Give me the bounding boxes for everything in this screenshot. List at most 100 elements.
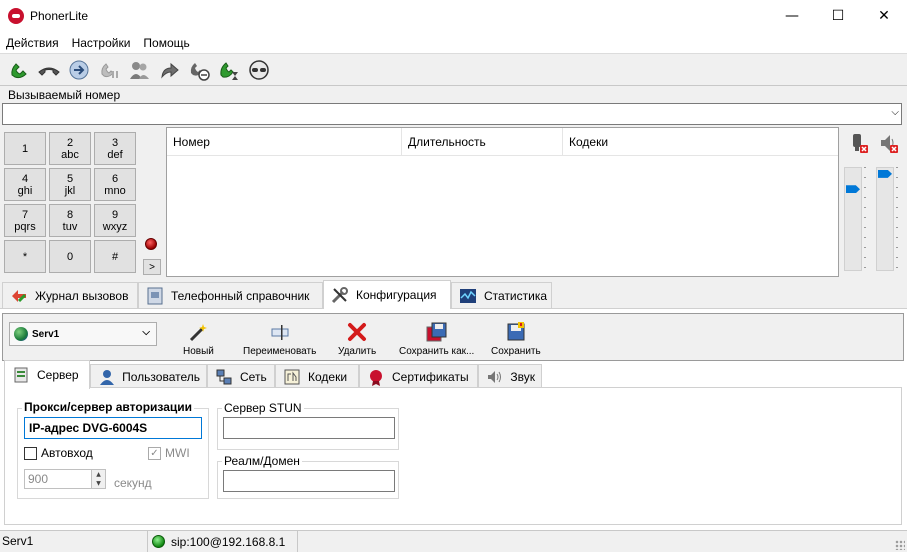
delete-server-button[interactable]: Удалить bbox=[338, 320, 376, 357]
key-6[interactable]: 6 mno bbox=[94, 168, 136, 201]
statistics-icon bbox=[458, 286, 478, 306]
rename-icon bbox=[268, 320, 292, 344]
hold-icon bbox=[101, 62, 118, 78]
tab-user[interactable]: Пользователь bbox=[90, 364, 207, 388]
forward-button[interactable] bbox=[154, 56, 184, 84]
tab-sound[interactable]: Звук bbox=[478, 364, 542, 388]
tab-statistics[interactable]: Статистика bbox=[451, 282, 552, 308]
minimize-button[interactable]: — bbox=[769, 0, 815, 32]
call-list-header: Номер Длительность Кодеки bbox=[167, 128, 838, 156]
key-digit: 1 bbox=[21, 142, 29, 155]
dial-keypad: 1 2 abc 3 def 4 ghi 5 jkl 6 mno 7 pqrs 8 tuv 9w… bbox=[4, 132, 139, 274]
tab-server[interactable]: Сервер bbox=[4, 360, 90, 389]
key-9[interactable]: 9 wxyz bbox=[94, 204, 136, 237]
column-duration[interactable]: Длительность bbox=[402, 128, 563, 156]
new-server-label: Новый bbox=[183, 346, 214, 357]
key-letters: pqrs bbox=[14, 220, 36, 233]
save-button[interactable]: Сохранить bbox=[491, 320, 541, 357]
tab-phonebook[interactable]: Телефонный справочник bbox=[138, 282, 323, 308]
tab-label: Сеть bbox=[240, 369, 267, 384]
save-as-button[interactable]: Сохранить как... bbox=[399, 320, 474, 357]
rename-server-label: Переименовать bbox=[243, 346, 317, 357]
server-select[interactable]: Serv1 ⌵ bbox=[9, 322, 157, 346]
registration-status-icon bbox=[152, 535, 165, 548]
key-3[interactable]: 3 def bbox=[94, 132, 136, 165]
speaker-volume-slider[interactable] bbox=[876, 167, 894, 271]
call-icon bbox=[11, 62, 27, 78]
key-8[interactable]: 8 tuv bbox=[49, 204, 91, 237]
callback-icon bbox=[220, 61, 238, 80]
close-button[interactable]: ✕ bbox=[861, 0, 907, 32]
reject-button[interactable] bbox=[184, 56, 214, 84]
tab-network[interactable]: Сеть bbox=[207, 364, 275, 388]
tools-icon bbox=[330, 285, 350, 305]
new-server-button[interactable]: Новый bbox=[183, 320, 214, 357]
column-number[interactable]: Номер bbox=[167, 128, 402, 156]
proxy-address-input[interactable]: IP-адрес DVG-6004S bbox=[24, 417, 202, 439]
chevron-down-icon[interactable]: ⌵ bbox=[891, 107, 899, 118]
key-digit: 5 bbox=[66, 172, 74, 185]
window-controls: — ☐ ✕ bbox=[769, 0, 907, 32]
conference-button[interactable] bbox=[124, 56, 154, 84]
speaker-muted-icon[interactable] bbox=[878, 132, 900, 154]
reject-icon bbox=[190, 62, 210, 81]
window-title: PhonerLite bbox=[30, 9, 89, 23]
maximize-button[interactable]: ☐ bbox=[815, 0, 861, 32]
volume-panel bbox=[840, 127, 906, 277]
rename-server-button[interactable]: Переименовать bbox=[243, 320, 316, 357]
spin-down-icon: ▼ bbox=[91, 479, 105, 488]
record-indicator-icon[interactable] bbox=[145, 238, 157, 250]
key-star[interactable]: * bbox=[4, 240, 46, 273]
proxy-group: Прокси/сервер авторизации IP-адрес DVG-6… bbox=[17, 400, 209, 499]
key-1[interactable]: 1 bbox=[4, 132, 46, 165]
realm-domain-input[interactable] bbox=[223, 470, 395, 492]
menu-settings[interactable]: Настройки bbox=[66, 36, 138, 50]
tab-codecs[interactable]: Кодеки bbox=[275, 364, 359, 388]
save-as-label: Сохранить как... bbox=[399, 346, 475, 357]
expand-button[interactable]: > bbox=[143, 259, 161, 275]
microphone-muted-icon[interactable] bbox=[848, 132, 870, 154]
certificate-icon bbox=[366, 367, 386, 387]
key-digit: 6 bbox=[111, 172, 119, 185]
called-number-input[interactable] bbox=[3, 104, 873, 124]
column-codecs[interactable]: Кодеки bbox=[563, 128, 838, 156]
menu-actions[interactable]: Действия bbox=[0, 36, 66, 50]
key-0[interactable]: 0 bbox=[49, 240, 91, 273]
callback-button[interactable] bbox=[214, 56, 244, 84]
key-7[interactable]: 7 pqrs bbox=[4, 204, 46, 237]
chevron-down-icon[interactable]: ⌵ bbox=[142, 327, 150, 338]
stun-server-input[interactable] bbox=[223, 417, 395, 439]
mwi-label: MWI bbox=[165, 446, 190, 460]
autologin-checkbox[interactable]: Автовход bbox=[24, 446, 93, 460]
call-log-icon bbox=[9, 286, 29, 306]
mute-button[interactable] bbox=[244, 56, 274, 84]
speaker-slider-ticks bbox=[896, 167, 898, 271]
key-5[interactable]: 5 jkl bbox=[49, 168, 91, 201]
call-button[interactable] bbox=[4, 56, 34, 84]
hangup-button[interactable] bbox=[34, 56, 64, 84]
tab-certificates[interactable]: Сертификаты bbox=[359, 364, 478, 388]
tab-configuration[interactable]: Конфигурация bbox=[323, 280, 451, 309]
key-hash[interactable]: # bbox=[94, 240, 136, 273]
active-calls-list[interactable]: Номер Длительность Кодеки bbox=[166, 127, 839, 277]
microphone-volume-slider[interactable] bbox=[844, 167, 862, 271]
resize-grip-icon[interactable] bbox=[895, 540, 905, 550]
key-4[interactable]: 4 ghi bbox=[4, 168, 46, 201]
called-number-combo[interactable]: ⌵ bbox=[2, 103, 902, 125]
tab-call-log[interactable]: Журнал вызовов bbox=[2, 282, 138, 308]
tab-label: Телефонный справочник bbox=[171, 288, 310, 303]
key-2[interactable]: 2 abc bbox=[49, 132, 91, 165]
save-icon bbox=[504, 320, 528, 344]
status-account: sip:100@192.168.8.1 bbox=[171, 534, 286, 549]
sound-icon bbox=[485, 367, 504, 387]
stun-group-title: Сервер STUN bbox=[222, 401, 304, 415]
tab-label: Кодеки bbox=[308, 369, 348, 384]
hold-button[interactable] bbox=[94, 56, 124, 84]
menu-help[interactable]: Помощь bbox=[137, 36, 196, 50]
transfer-button[interactable] bbox=[64, 56, 94, 84]
delete-icon bbox=[345, 320, 369, 344]
checkmark-icon: ✓ bbox=[148, 446, 161, 460]
key-digit: # bbox=[111, 250, 119, 263]
autologin-checkbox-box[interactable] bbox=[24, 446, 37, 460]
mute-icon bbox=[249, 59, 269, 80]
